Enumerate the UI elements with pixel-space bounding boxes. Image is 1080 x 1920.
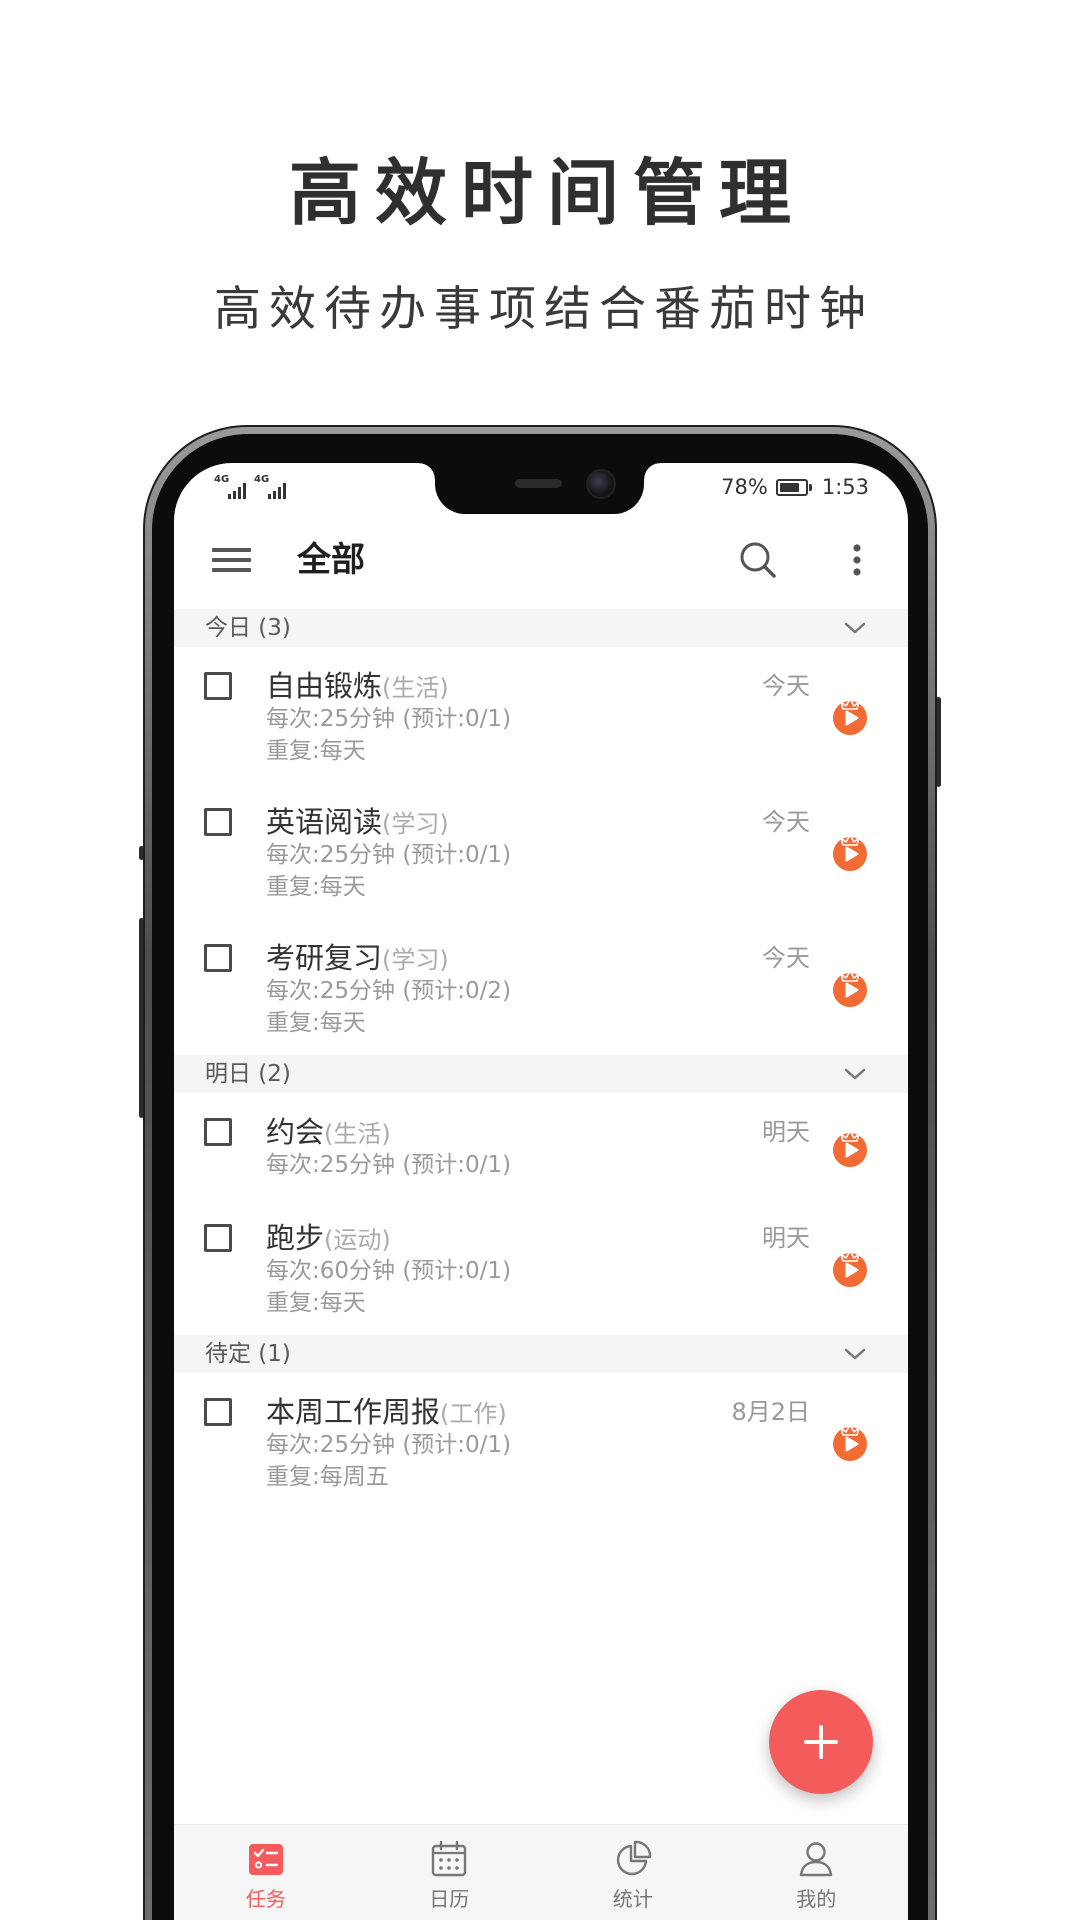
tomato-play-icon[interactable] [830,830,870,872]
section-header-tomorrow[interactable]: 明日 (2) [174,1055,908,1093]
task-title-line: 英语阅读(学习) [266,804,449,840]
battery-cap [808,483,812,491]
task-due-date: 明天 [762,1224,810,1252]
plus-icon [819,1725,823,1759]
task-due-date: 明天 [762,1118,810,1146]
task-detail: 每次:25分钟 (预计:0/1) [266,706,512,732]
task-title: 本周工作周报 [266,1395,441,1429]
nav-item-profile[interactable]: 我的 [725,1825,909,1920]
more-vert-icon[interactable] [852,543,862,577]
task-title-line: 考研复习(学习) [266,940,449,976]
signal-indicator-1: 4G [214,475,246,499]
promo-subtitle: 高效待办事项结合番茄时钟 [214,282,874,337]
status-right-cluster: 78% 1:53 [721,463,869,511]
add-task-button[interactable] [769,1690,873,1794]
page-title: 全部 [297,540,365,580]
task-repeat: 重复:每天 [266,1010,366,1036]
battery-icon [775,478,812,496]
task-detail: 每次:25分钟 (预计:0/2) [266,978,512,1004]
task-title-line: 自由锻炼(生活) [266,668,449,704]
task-list: 今日 (3) 自由锻炼(生活) 每次:25分钟 (预计:0/1) 重复:每天 今… [174,609,908,1509]
network-type-label: 4G [214,474,230,485]
section-header-today[interactable]: 今日 (3) [174,609,908,647]
task-title-line: 本周工作周报(工作) [266,1394,507,1430]
task-checkbox[interactable] [204,672,232,700]
network-type-label: 4G [254,474,270,485]
tomato-play-icon[interactable] [830,1420,870,1462]
task-due-date: 8月2日 [731,1398,810,1426]
section-header-pending[interactable]: 待定 (1) [174,1335,908,1373]
task-category: (运动) [324,1226,391,1254]
bottom-nav: 任务 日历 统计 我的 [174,1824,908,1920]
task-checkbox[interactable] [204,1118,232,1146]
task-item[interactable]: 英语阅读(学习) 每次:25分钟 (预计:0/1) 重复:每天 今天 [174,783,908,919]
signal-indicator-2: 4G [254,475,286,499]
task-checkbox[interactable] [204,808,232,836]
clock: 1:53 [821,475,869,499]
task-item[interactable]: 约会(生活) 每次:25分钟 (预计:0/1) 明天 [174,1093,908,1199]
chevron-down-icon[interactable] [844,622,866,634]
task-category: (工作) [440,1400,507,1428]
search-icon[interactable] [738,540,778,580]
task-title-line: 跑步(运动) [266,1220,391,1256]
nav-label: 任务 [245,1887,286,1911]
task-repeat: 重复:每天 [266,1290,366,1316]
task-title-line: 约会(生活) [266,1114,391,1150]
tomato-play-icon[interactable] [830,1246,870,1288]
promo-title: 高效时间管理 [288,151,805,235]
nav-label: 统计 [612,1887,653,1911]
task-detail: 每次:25分钟 (预计:0/1) [266,1432,512,1458]
tomato-play-icon[interactable] [830,694,870,736]
task-checkbox[interactable] [204,1398,232,1426]
task-detail: 每次:60分钟 (预计:0/1) [266,1258,512,1284]
battery-percent: 78% [721,475,768,499]
section-title: 待定 (1) [205,1341,291,1367]
task-repeat: 重复:每天 [266,738,366,764]
tasks-icon [248,1844,283,1875]
task-due-date: 今天 [762,944,810,972]
task-category: (学习) [382,946,449,974]
task-item[interactable]: 自由锻炼(生活) 每次:25分钟 (预计:0/1) 重复:每天 今天 [174,647,908,783]
app-bar: 全部 [174,511,908,609]
status-bar: 4G 4G 78% 1:53 [174,463,908,511]
task-item[interactable]: 考研复习(学习) 每次:25分钟 (预计:0/2) 重复:每天 今天 [174,919,908,1055]
task-due-date: 今天 [762,672,810,700]
task-item[interactable]: 跑步(运动) 每次:60分钟 (预计:0/1) 重复:每天 明天 [174,1199,908,1335]
task-due-date: 今天 [762,808,810,836]
task-detail: 每次:25分钟 (预计:0/1) [266,1152,512,1178]
task-repeat: 重复:每天 [266,874,366,900]
task-title: 考研复习 [266,941,383,975]
task-category: (生活) [324,1120,391,1148]
task-category: (生活) [382,674,449,702]
task-detail: 每次:25分钟 (预计:0/1) [266,842,512,868]
nav-label: 我的 [796,1887,837,1911]
tomato-play-icon[interactable] [830,966,870,1008]
task-repeat: 重复:每周五 [266,1464,389,1490]
section-title: 明日 (2) [205,1061,291,1087]
menu-icon[interactable] [212,548,251,572]
tomato-play-icon[interactable] [830,1126,870,1168]
nav-item-stats[interactable]: 统计 [541,1825,725,1920]
task-category: (学习) [382,810,449,838]
chevron-down-icon[interactable] [844,1068,866,1080]
pie-chart-icon [616,1840,651,1876]
task-checkbox[interactable] [204,944,232,972]
nav-item-tasks[interactable]: 任务 [174,1825,358,1920]
battery-fill [779,482,799,492]
nav-label: 日历 [429,1887,470,1911]
nav-item-calendar[interactable]: 日历 [358,1825,542,1920]
task-title: 约会 [266,1115,325,1149]
task-title: 跑步 [266,1221,325,1255]
signal-icon [268,483,286,499]
section-title: 今日 (3) [205,615,291,641]
task-title: 自由锻炼 [266,669,383,703]
task-title: 英语阅读 [266,805,383,839]
profile-icon [800,1842,833,1877]
chevron-down-icon[interactable] [844,1348,866,1360]
phone-screen: 4G 4G 78% 1:53 全部 今日 (3) 自由锻炼(生活) 每次:25分… [174,463,908,1920]
task-item[interactable]: 本周工作周报(工作) 每次:25分钟 (预计:0/1) 重复:每周五 8月2日 [174,1373,908,1509]
calendar-icon [432,1840,467,1877]
task-checkbox[interactable] [204,1224,232,1252]
signal-icon [228,483,246,499]
